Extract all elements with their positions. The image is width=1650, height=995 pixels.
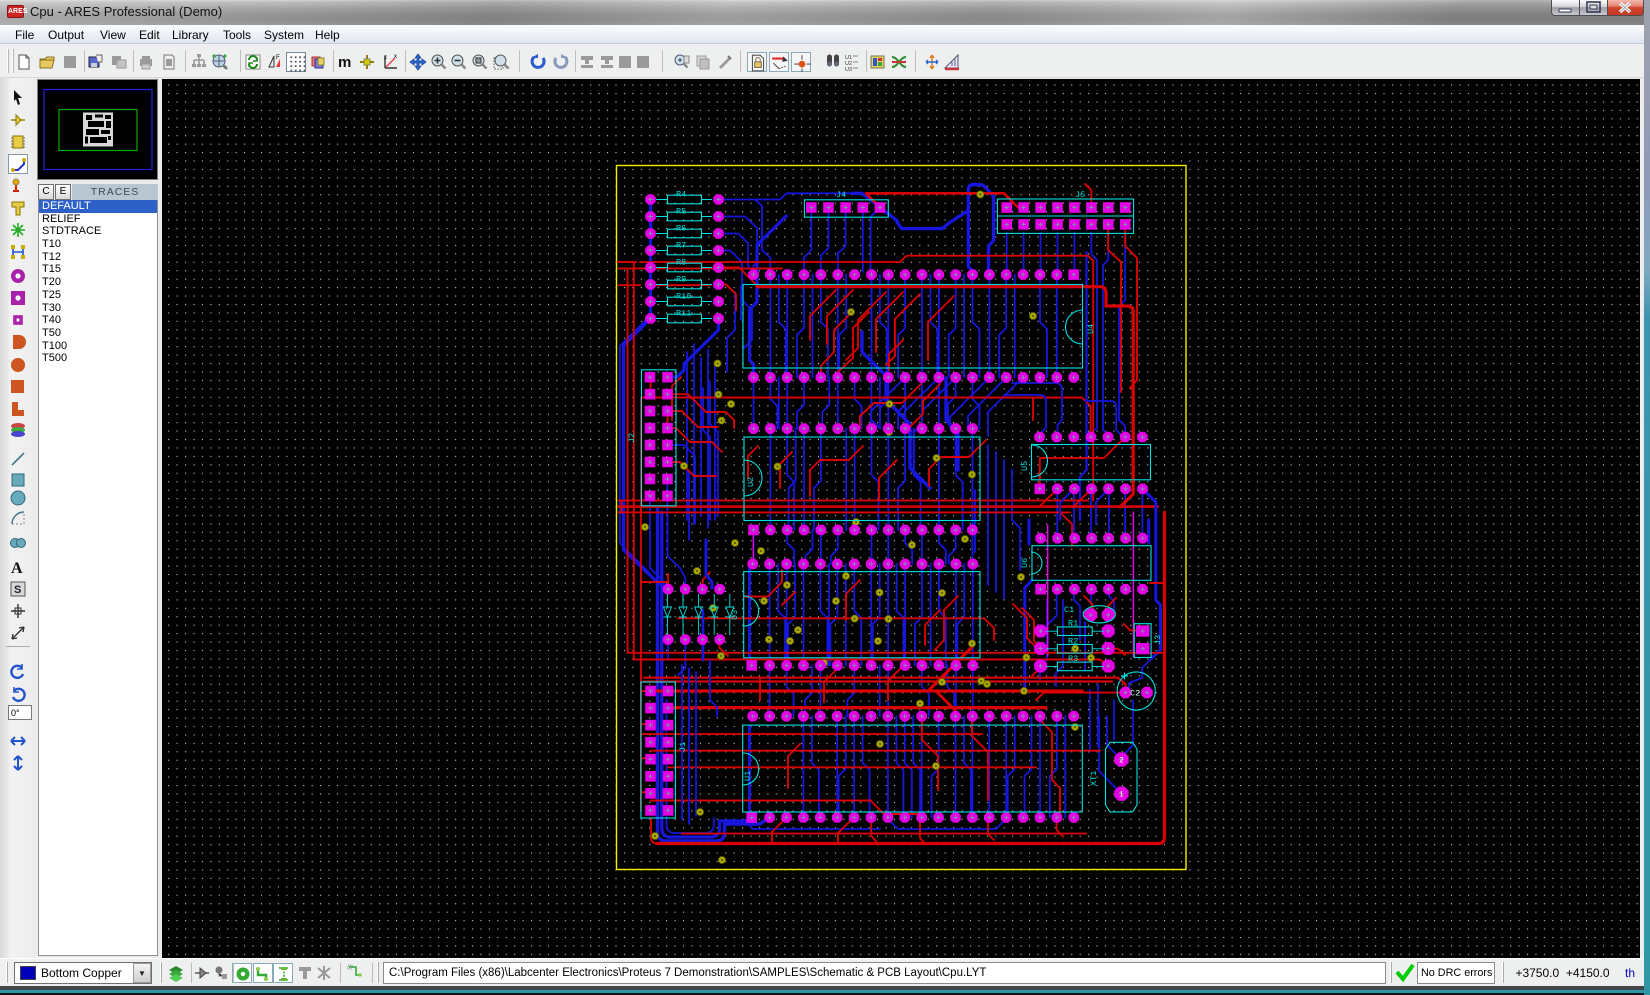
- svg-text:A: A: [11, 560, 23, 577]
- svg-text:S: S: [14, 584, 21, 596]
- svg-text:U4: U4: [1086, 324, 1096, 334]
- svg-text:J2: J2: [627, 433, 637, 443]
- svg-text:U3: U3: [730, 610, 740, 620]
- svg-text:U2: U2: [746, 477, 756, 487]
- svg-text:R11: R11: [676, 308, 691, 318]
- svg-text:R4: R4: [676, 189, 686, 199]
- svg-text:2: 2: [1119, 757, 1124, 766]
- svg-text:J1: J1: [678, 742, 688, 752]
- svg-text:F: F: [276, 55, 280, 61]
- svg-text:J5: J5: [1075, 190, 1085, 200]
- svg-text:C2: C2: [1130, 689, 1140, 699]
- svg-text:U5: U5: [1020, 461, 1030, 471]
- svg-text:z: z: [384, 55, 387, 61]
- svg-text:J3: J3: [1153, 635, 1163, 645]
- svg-text:U1: U1: [743, 771, 753, 781]
- svg-text:J4: J4: [836, 190, 846, 200]
- svg-text:U6: U6: [1020, 558, 1030, 568]
- svg-text:R3: R3: [1068, 654, 1078, 664]
- svg-text:C1: C1: [1064, 605, 1074, 615]
- svg-text:R6: R6: [676, 223, 686, 233]
- svg-text:m: m: [338, 54, 351, 71]
- svg-text:XT1: XT1: [1089, 771, 1099, 786]
- svg-text:R7: R7: [676, 240, 686, 250]
- svg-text:x: x: [394, 54, 397, 60]
- svg-text:R5: R5: [676, 206, 686, 216]
- svg-text:R2: R2: [1068, 636, 1078, 646]
- svg-text:1: 1: [1119, 791, 1124, 800]
- svg-text:R9: R9: [676, 274, 686, 284]
- svg-text:R10: R10: [676, 291, 691, 301]
- svg-text:R1: R1: [1068, 619, 1078, 629]
- svg-text:U3: U3: [845, 67, 852, 71]
- svg-text:R8: R8: [676, 257, 686, 267]
